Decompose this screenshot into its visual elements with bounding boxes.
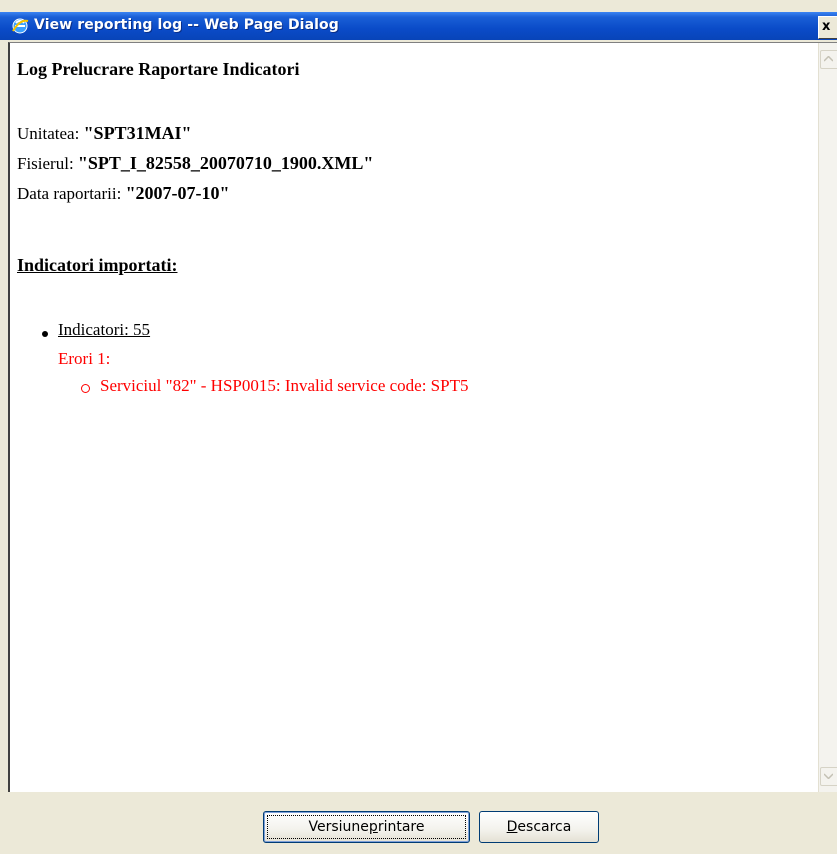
print-button-prefix: Versiune (308, 819, 369, 835)
print-button-suffix: rintare (377, 819, 425, 835)
bullet-circle-icon (81, 384, 90, 393)
unitatea-value: "SPT31MAI" (83, 123, 192, 143)
errors-label: Erori 1: (58, 349, 111, 368)
error-item: Serviciul "82" - HSP0015: Invalid servic… (100, 376, 469, 395)
indicatori-count: Indicatori: 55 (58, 320, 151, 339)
report-title: Log Prelucrare Raportare Indicatori (17, 59, 300, 79)
dialog-window: View reporting log -- Web Page Dialog x … (0, 0, 837, 854)
title-bar[interactable]: View reporting log -- Web Page Dialog x (0, 12, 837, 40)
content-frame: Log Prelucrare Raportare Indicatori Unit… (8, 42, 837, 792)
download-button-accel: D (506, 819, 518, 835)
bullet-disc-icon (42, 331, 48, 337)
print-version-button[interactable]: Versiune p rintare (263, 811, 470, 843)
fisierul-label: Fisierul: (17, 154, 78, 173)
scroll-up-arrow-icon[interactable] (820, 50, 837, 69)
download-button-suffix: escarca (517, 819, 572, 835)
fisierul-line: Fisierul: "SPT_I_82558_20070710_1900.XML… (17, 153, 373, 174)
unitatea-line: Unitatea: "SPT31MAI" (17, 123, 192, 144)
print-button-accel: p (368, 819, 378, 835)
close-button[interactable]: x (818, 16, 837, 39)
scroll-down-arrow-icon[interactable] (820, 767, 837, 786)
section-heading: Indicatori importati: (17, 255, 178, 275)
download-button[interactable]: Descarca (479, 811, 599, 843)
ie-icon (11, 17, 29, 35)
data-raportarii-label: Data raportarii: (17, 184, 126, 203)
report-content: Log Prelucrare Raportare Indicatori Unit… (10, 43, 816, 792)
fisierul-value: "SPT_I_82558_20070710_1900.XML" (77, 153, 374, 173)
vertical-scrollbar[interactable] (818, 43, 837, 792)
button-bar: Versiune p rintare Descarca (0, 792, 837, 854)
unitatea-label: Unitatea: (17, 124, 84, 143)
data-raportarii-line: Data raportarii: "2007-07-10" (17, 183, 230, 204)
window-title: View reporting log -- Web Page Dialog (34, 17, 339, 33)
data-raportarii-value: "2007-07-10" (125, 183, 230, 203)
